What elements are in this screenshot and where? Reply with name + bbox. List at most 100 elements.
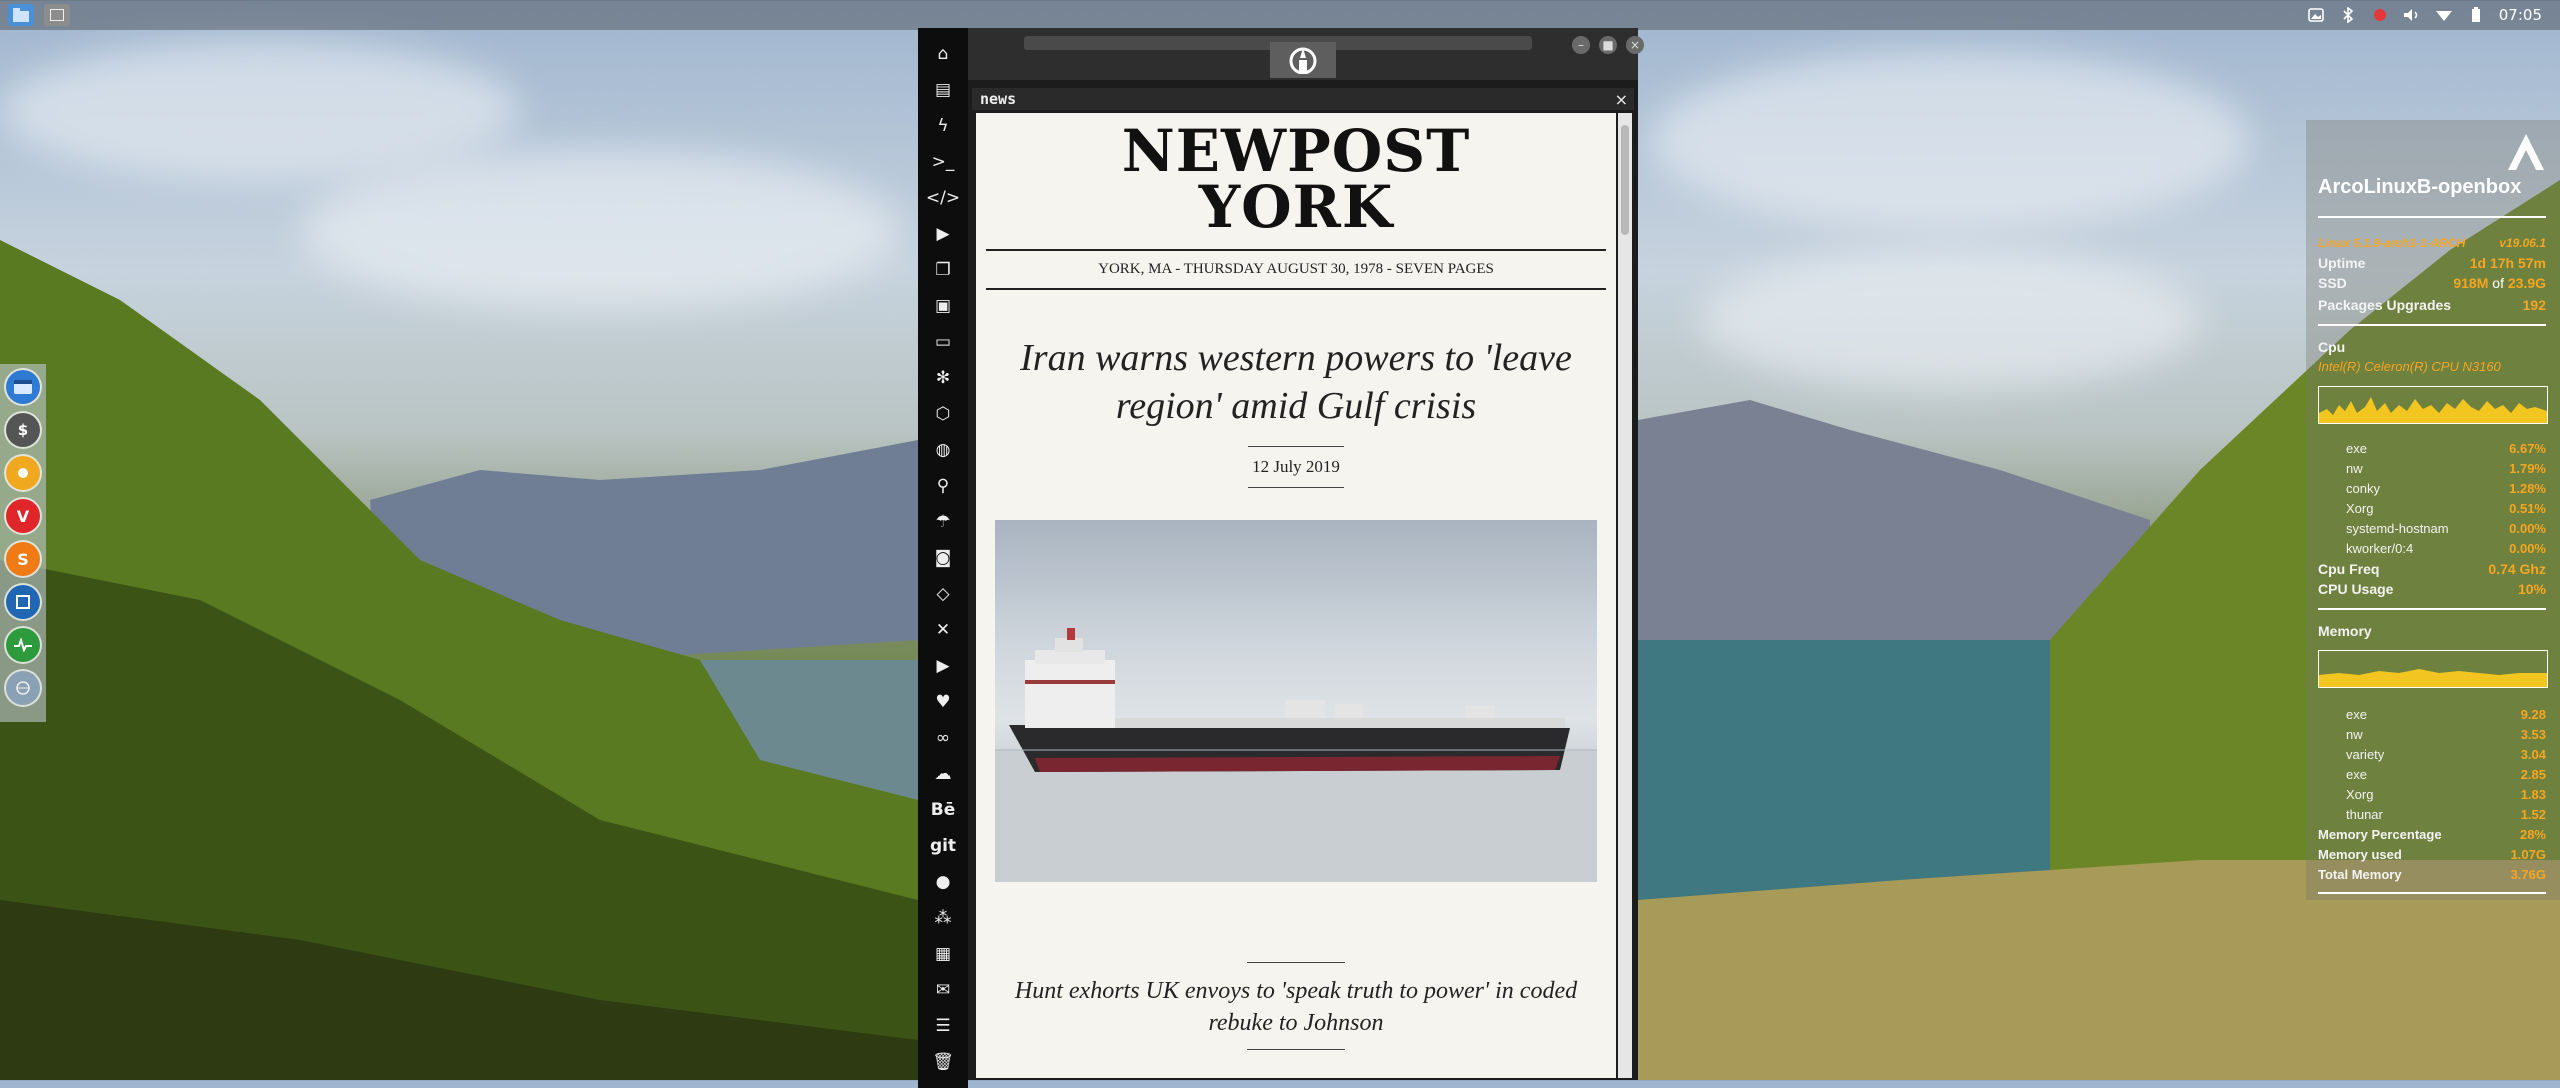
mem-proc-name: nw bbox=[2346, 727, 2363, 742]
rebel-alliance-icon[interactable] bbox=[1270, 42, 1336, 78]
hexagon-icon[interactable]: ⬡ bbox=[928, 396, 958, 432]
cpu-graph bbox=[2318, 386, 2548, 424]
umbrella-icon[interactable]: ☂ bbox=[928, 504, 958, 540]
volume-icon[interactable] bbox=[2403, 6, 2421, 24]
browser-window: ⌂ ▤ ϟ >_ </> ▶ ❐ ▣ ▭ ✻ ⬡ ◍ ⚲ ☂ ◙ ◇ ✕ ▶ ♥… bbox=[918, 28, 1644, 1088]
globe-icon[interactable]: ◍ bbox=[928, 432, 958, 468]
creative-cloud-icon[interactable]: ∞ bbox=[928, 720, 958, 756]
cpu-label: Cpu bbox=[2318, 339, 2346, 355]
vivaldi-icon[interactable]: V bbox=[6, 499, 40, 533]
copy-icon[interactable]: ❐ bbox=[928, 252, 958, 288]
github-icon[interactable]: ● bbox=[928, 864, 958, 900]
cpu-proc-value: 0.00% bbox=[2509, 521, 2546, 536]
close-button[interactable]: × bbox=[1626, 36, 1644, 54]
packages-label: Packages Upgrades bbox=[2318, 297, 2452, 313]
mem-used-value: 1.07G bbox=[2510, 847, 2546, 862]
page-scrollbar[interactable] bbox=[1618, 113, 1632, 1078]
hubs-icon[interactable]: ⁂ bbox=[928, 900, 958, 936]
uptime-label: Uptime bbox=[2318, 255, 2366, 271]
git-icon[interactable]: git bbox=[928, 828, 958, 864]
file-manager-icon[interactable] bbox=[8, 4, 34, 26]
divider bbox=[2318, 892, 2546, 894]
expand-icon[interactable]: ✕ bbox=[928, 612, 958, 648]
document-icon[interactable]: ▤ bbox=[928, 72, 958, 108]
system-monitor-icon[interactable] bbox=[6, 628, 40, 662]
mem-proc-name: variety bbox=[2346, 747, 2385, 762]
code-icon[interactable]: </> bbox=[926, 180, 960, 216]
window-list-icon[interactable] bbox=[44, 4, 70, 26]
top-panel: 07:05 bbox=[0, 0, 2560, 30]
divider bbox=[1247, 1049, 1345, 1050]
record-icon[interactable] bbox=[2371, 6, 2389, 24]
lightning-icon[interactable]: ϟ bbox=[928, 108, 958, 144]
mem-total-value: 3.76G bbox=[2510, 867, 2546, 882]
mem-proc-value: 1.83 bbox=[2520, 787, 2546, 802]
frame-icon[interactable] bbox=[6, 585, 40, 619]
divider bbox=[1247, 962, 1345, 963]
memory-graph bbox=[2318, 650, 2548, 688]
cpu-freq-label: Cpu Freq bbox=[2318, 561, 2380, 577]
list-icon[interactable]: ☰ bbox=[928, 1008, 958, 1044]
distro-version: v19.06.1 bbox=[2499, 236, 2546, 250]
trash-icon[interactable]: 🗑 bbox=[928, 1044, 958, 1080]
mem-proc-name: Xorg bbox=[2346, 787, 2374, 802]
cpu-proc-value: 6.67% bbox=[2509, 441, 2546, 456]
search-icon[interactable]: ⚲ bbox=[928, 468, 958, 504]
divider bbox=[2318, 608, 2546, 610]
divider bbox=[2318, 324, 2546, 326]
terminal-dollar-icon[interactable]: $ bbox=[6, 413, 40, 447]
sublime-s-icon[interactable]: S bbox=[6, 542, 40, 576]
mem-proc-value: 3.53 bbox=[2520, 727, 2546, 742]
cpu-model: Intel(R) Celeron(R) CPU N3160 bbox=[2318, 359, 2501, 374]
clock[interactable]: 07:05 bbox=[2499, 6, 2542, 24]
title-bar: – ■ × bbox=[968, 28, 1644, 80]
network-globe-icon[interactable] bbox=[6, 671, 40, 705]
conky-monitor: ArcoLinuxB-openbox Linux 5.1.9-arch1-1-A… bbox=[2306, 120, 2560, 900]
kernel-version: Linux 5.1.9-arch1-1-ARCH bbox=[2318, 236, 2466, 250]
second-article-headline[interactable]: Hunt exhorts UK envoys to 'speak truth t… bbox=[996, 975, 1596, 1039]
mem-proc-value: 3.04 bbox=[2520, 747, 2546, 762]
battery-icon[interactable] bbox=[2467, 6, 2485, 24]
mem-proc-value: 9.28 bbox=[2520, 707, 2546, 722]
image-icon[interactable] bbox=[2307, 6, 2325, 24]
maximize-button[interactable]: ■ bbox=[1599, 36, 1617, 54]
mem-proc-name: exe bbox=[2346, 707, 2367, 722]
image-icon[interactable]: ▣ bbox=[928, 288, 958, 324]
terminal-icon[interactable]: >_ bbox=[928, 144, 958, 180]
tab-close-button[interactable]: × bbox=[1615, 90, 1634, 109]
article-date: 12 July 2019 bbox=[1248, 446, 1344, 488]
cpu-proc-value: 0.51% bbox=[2509, 501, 2546, 516]
window-manager-icon[interactable] bbox=[6, 370, 40, 404]
behance-icon[interactable]: Bē bbox=[928, 792, 958, 828]
snowflake-icon[interactable]: ✻ bbox=[928, 360, 958, 396]
mem-pct-label: Memory Percentage bbox=[2318, 827, 2442, 842]
cloud-icon[interactable]: ☁ bbox=[928, 756, 958, 792]
uptime-value: 1d 17h 57m bbox=[2469, 255, 2546, 271]
minimize-button[interactable]: – bbox=[1572, 36, 1590, 54]
mem-proc-name: thunar bbox=[2346, 807, 2383, 822]
scrollbar-thumb[interactable] bbox=[1621, 125, 1629, 235]
mem-used-label: Memory used bbox=[2318, 847, 2402, 862]
cpu-proc-name: exe bbox=[2346, 441, 2367, 456]
article-headline[interactable]: Iran warns western powers to 'leave regi… bbox=[1016, 334, 1576, 430]
mail-icon[interactable]: ✉ bbox=[928, 972, 958, 1008]
tab-news[interactable]: news bbox=[972, 90, 1016, 108]
play-icon[interactable]: ▶ bbox=[928, 216, 958, 252]
settings-sun-icon[interactable] bbox=[6, 456, 40, 490]
tag-icon[interactable]: ◇ bbox=[928, 576, 958, 612]
contact-icon[interactable]: ◙ bbox=[928, 540, 958, 576]
bluetooth-icon[interactable] bbox=[2339, 6, 2357, 24]
cpu-proc-name: Xorg bbox=[2346, 501, 2374, 516]
cpu-proc-value: 1.28% bbox=[2509, 481, 2546, 496]
youtube-icon[interactable]: ▶ bbox=[928, 648, 958, 684]
cpu-usage-label: CPU Usage bbox=[2318, 581, 2394, 597]
ssd-label: SSD bbox=[2318, 275, 2347, 291]
cpu-proc-value: 1.79% bbox=[2509, 461, 2546, 476]
id-card-icon[interactable]: ▭ bbox=[928, 324, 958, 360]
heart-icon[interactable]: ♥ bbox=[928, 684, 958, 720]
article-photo[interactable] bbox=[995, 520, 1597, 882]
home-icon[interactable]: ⌂ bbox=[928, 36, 958, 72]
mem-proc-value: 2.85 bbox=[2520, 767, 2546, 782]
wifi-icon[interactable] bbox=[2435, 6, 2453, 24]
map-icon[interactable]: ▦ bbox=[928, 936, 958, 972]
